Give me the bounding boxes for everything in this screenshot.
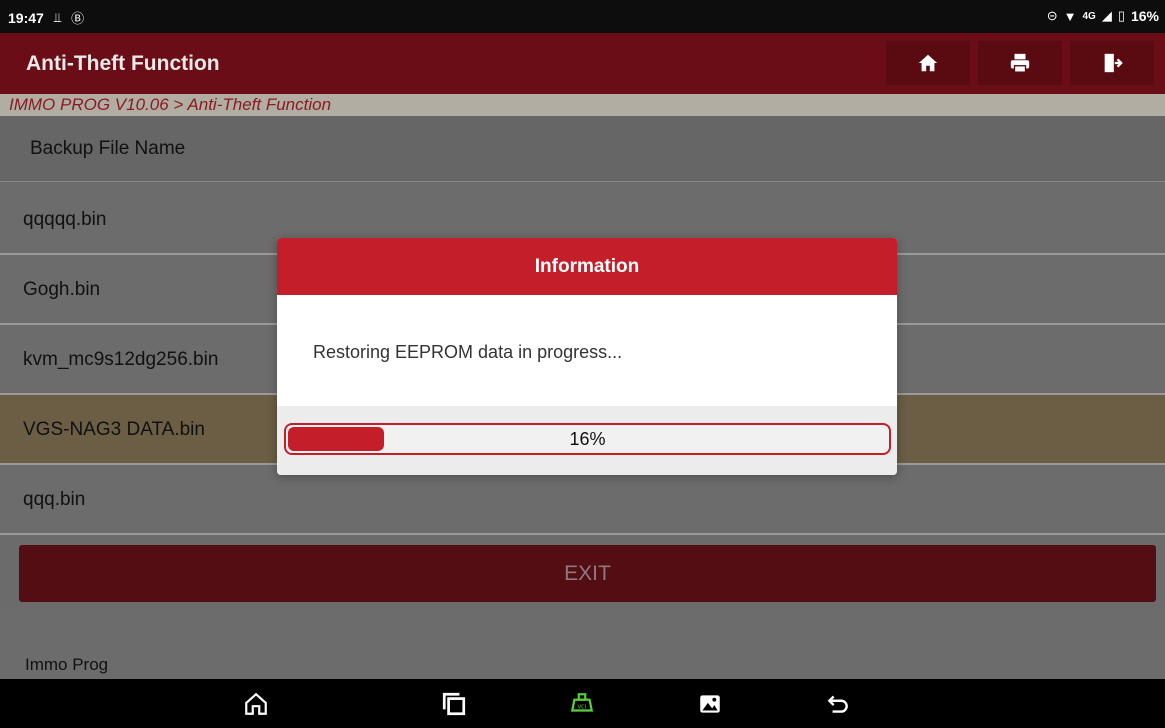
nav-recents-button[interactable] <box>441 691 467 717</box>
network-type: 4G <box>1082 10 1096 22</box>
nav-home-button[interactable] <box>243 691 269 717</box>
breadcrumb-text: IMMO PROG V10.06 > Anti-Theft Function <box>9 95 332 114</box>
list-item-label: VGS-NAG3 DATA.bin <box>23 419 205 440</box>
home-icon <box>918 54 938 72</box>
print-icon <box>1010 53 1030 73</box>
breadcrumb: IMMO PROG V10.06 > Anti-Theft Function <box>0 94 1165 116</box>
exit-button[interactable]: EXIT <box>19 545 1156 602</box>
back-icon <box>827 695 848 713</box>
nav-vci-button[interactable]: VCI <box>569 691 595 717</box>
exit-app-button[interactable] <box>1070 41 1154 85</box>
battery-level: 16% <box>1130 8 1159 24</box>
footer: Immo Prog <box>0 606 1165 679</box>
dialog-progress-area: 16% <box>277 406 897 475</box>
nav-back-button[interactable] <box>825 691 851 717</box>
footer-label: Immo Prog <box>25 655 109 674</box>
list-item-label: qqq.bin <box>23 489 86 510</box>
dialog-title: Information <box>277 238 897 295</box>
gallery-icon <box>700 695 720 713</box>
list-item-label: qqqqq.bin <box>23 209 107 230</box>
column-header-label: Backup File Name <box>30 138 186 159</box>
exit-door-icon <box>1104 53 1123 73</box>
status-bar: 19:47 ⫫ Ⓑ ⊝ ▼ 4G ◢ ▯ 16% <box>0 0 1165 33</box>
battery-icon: ▯ <box>1117 8 1125 23</box>
status-time: 19:47 <box>8 9 44 26</box>
column-header: Backup File Name <box>0 116 1165 182</box>
home-outline-icon <box>245 692 267 715</box>
progress-label: 16% <box>569 428 606 449</box>
progress-bar: 16% <box>284 423 891 455</box>
usb-debug-icon: ⫫ <box>53 9 62 25</box>
list-item-label: Gogh.bin <box>23 279 101 300</box>
page-title: Anti-Theft Function <box>26 52 220 75</box>
bluetooth-icon: Ⓑ <box>71 11 85 26</box>
home-button[interactable] <box>886 41 970 85</box>
list-item-label: kvm_mc9s12dg256.bin <box>23 349 219 370</box>
list-item[interactable]: qqq.bin <box>0 465 1165 535</box>
signal-icon: ◢ <box>1101 8 1112 23</box>
title-bar: Anti-Theft Function <box>0 33 1165 94</box>
vci-icon: VCI <box>570 693 594 712</box>
wifi-icon: ▼ <box>1063 8 1077 24</box>
nav-gallery-button[interactable] <box>697 691 723 717</box>
recent-apps-icon <box>442 692 466 716</box>
print-button[interactable] <box>978 41 1062 85</box>
dialog-message: Restoring EEPROM data in progress... <box>313 342 623 362</box>
do-not-disturb-icon: ⊝ <box>1046 8 1058 23</box>
navigation-bar: VCI <box>0 679 1165 728</box>
svg-text:VCI: VCI <box>577 704 586 710</box>
information-dialog: Information Restoring EEPROM data in pro… <box>277 238 897 475</box>
